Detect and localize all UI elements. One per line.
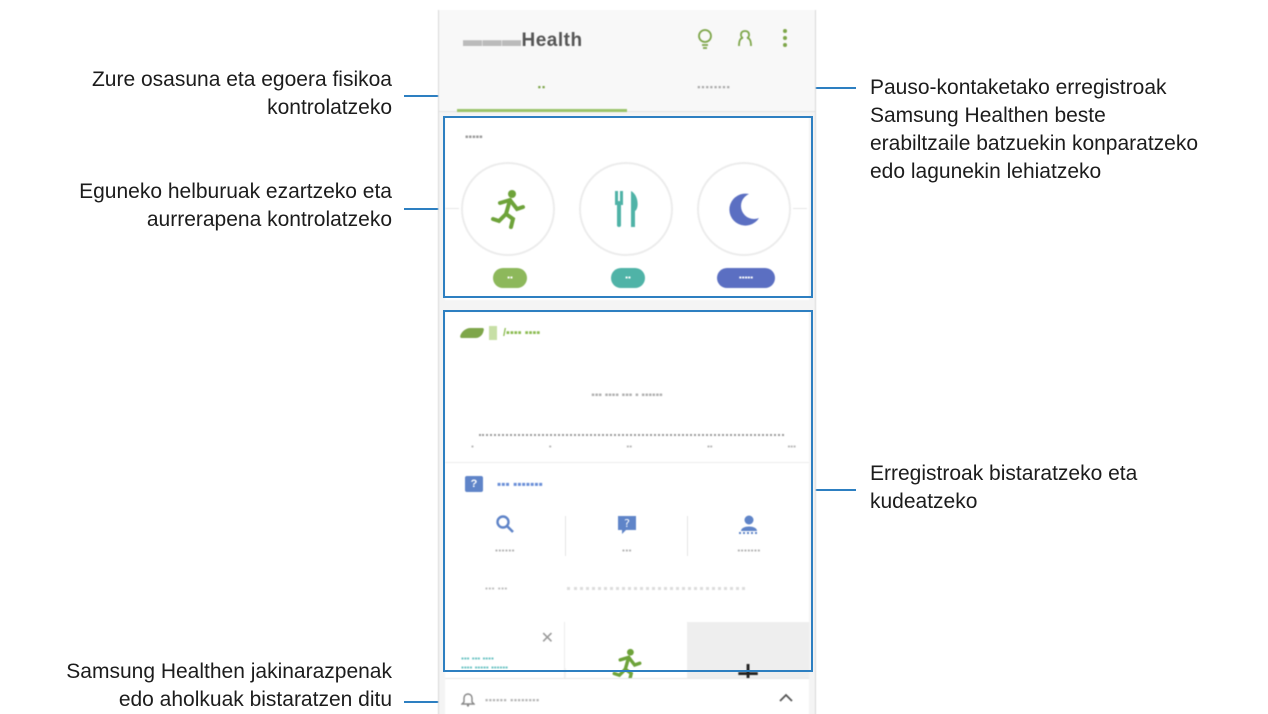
timeline-ticks: ▪ ▪ ▪▪ ▪▪ ▪▪▪ [471, 442, 796, 451]
health-messages-label: ▪▪▪▪▪▪ ▪▪▪▪▪▪▪▪ [485, 695, 540, 705]
goal-food[interactable] [579, 162, 673, 256]
chevron-up-icon[interactable] [779, 689, 793, 707]
callout-text-line: Erregistroak bistaratzeko eta [870, 462, 1138, 485]
hot-qa-preview [567, 587, 745, 590]
goal-activity-badge: ▪▪ [493, 268, 527, 288]
callout-together: Pauso-kontaketako erregistroak Samsung H… [870, 74, 1260, 186]
callout-daily-goals: Eguneko helburuak ezartzeko eta aurrerap… [30, 178, 392, 234]
steps-goal: /▪▪▪▪ ▪▪▪▪ [503, 327, 541, 339]
timeline-tick: ▪ [471, 442, 474, 451]
callout-text-line: aurrerapena kontrolatzeko [146, 208, 392, 231]
timeline-tick: ▪ [548, 442, 552, 451]
hot-qa-label[interactable]: ▪▪▪ ▪▪▪ [485, 584, 508, 593]
goals-title: ▪▪▪▪▪ [465, 132, 483, 143]
question-icon: ? [465, 476, 483, 492]
premium-button[interactable]: ▪▪▪▪▪▪▪ [689, 514, 809, 555]
app-title: ▬▬▬Health [463, 30, 583, 51]
callout-records: Erregistroak bistaratzeko eta kudeatzeko [870, 460, 1260, 516]
close-icon[interactable]: ✕ [541, 628, 554, 648]
divider [445, 208, 459, 209]
callout-manage-health: Zure osasuna eta egoera fisikoa kontrola… [40, 66, 392, 122]
premium-icon [689, 514, 809, 540]
search-icon [445, 514, 565, 540]
ask-button[interactable]: ? ▪▪▪ [567, 514, 687, 555]
records-card[interactable]: /▪▪▪▪ ▪▪▪▪ ▪▪▪ ▪▪▪▪ ▪▪▪ ▪ ▪▪▪▪▪▪ ▪ ▪ ▪▪ … [445, 312, 809, 694]
steps-hint: ▪▪▪ ▪▪▪▪ ▪▪▪ ▪ ▪▪▪▪▪▪ [591, 390, 663, 401]
suggestion-text: ▪▪▪ ▪▪▪ ▪▪▪▪ ▪▪▪▪ ▪▪▪▪▪ ▪▪▪▪▪▪ [461, 654, 508, 672]
callout-text-line: Zure osasuna eta egoera fisikoa [91, 68, 392, 91]
search-button[interactable]: ▪▪▪▪▪▪ [445, 514, 565, 555]
bell-icon [460, 691, 476, 710]
tab-me[interactable]: ▪▪ [457, 82, 627, 92]
tab-together[interactable]: ▪▪▪▪▪▪▪▪ [629, 82, 799, 92]
moon-icon [699, 164, 789, 254]
search-label: ▪▪▪▪▪▪ [494, 546, 515, 555]
ask-icon: ? [567, 514, 687, 540]
timeline-tick: ▪▪ [706, 442, 713, 451]
goal-sleep[interactable] [697, 162, 791, 256]
callout-connector [812, 489, 856, 491]
timeline-tick: ▪▪▪ [787, 442, 796, 451]
ask-experts-header[interactable]: ? ▪▪▪ ▪▪▪▪▪▪▪ [465, 476, 543, 492]
tab-indicator [457, 109, 627, 112]
callout-text-line: Pauso-kontaketako erregistroak [870, 76, 1167, 99]
divider [793, 208, 807, 209]
timeline-tick: ▪▪ [626, 442, 633, 451]
steps-tracker[interactable]: /▪▪▪▪ ▪▪▪▪ [459, 326, 541, 340]
goals-card[interactable]: ▪▪▪▪▪ ▪▪ ▪▪ ▪▪▪▪▪ [445, 116, 809, 300]
divider [687, 516, 688, 556]
tab-bar: ▪▪ ▪▪▪▪▪▪▪▪ [439, 72, 815, 112]
ask-label: ▪▪▪ [621, 546, 632, 555]
goal-activity[interactable] [461, 162, 555, 256]
goal-sleep-badge: ▪▪▪▪▪ [717, 268, 775, 288]
phone-screen: ▬▬▬Health ▪▪ ▪▪▪▪▪▪▪▪ ▪▪▪▪▪ ▪▪ ▪▪ ▪▪▪▪▪ … [438, 10, 816, 714]
premium-label: ▪▪▪▪▪▪▪ [737, 546, 761, 555]
steps-timeline [479, 434, 784, 436]
callout-text-line: kontrolatzeko [267, 96, 392, 119]
runner-icon [463, 164, 553, 254]
divider [565, 516, 566, 556]
callout-text-line: erabiltzaile batzuekin konparatzeko [870, 132, 1199, 155]
callout-text-line: Samsung Healthen jakinarazpenak [66, 660, 392, 683]
ask-experts-title: ▪▪▪ ▪▪▪▪▪▪▪ [497, 477, 543, 491]
callout-text-line: edo lagunekin lehiatzeko [870, 160, 1102, 183]
lightbulb-icon[interactable] [693, 28, 717, 52]
callout-text-line: Eguneko helburuak ezartzeko eta [79, 180, 392, 203]
steps-count [489, 326, 497, 340]
callout-text-line: Samsung Healthen beste [870, 104, 1106, 127]
app-bar: ▬▬▬Health [439, 10, 815, 72]
fork-knife-icon [581, 164, 671, 254]
ask-experts-section: ? ▪▪▪ ▪▪▪▪▪▪▪ ▪▪▪▪▪▪ ? ▪▪▪ ▪▪▪▪▪▪▪ ▪▪▪ ▪… [445, 462, 809, 694]
callout-text-line: kudeatzeko [870, 490, 978, 513]
more-vert-icon[interactable] [773, 28, 797, 52]
callout-text-line: edo aholkuak bistaratzen ditu [118, 688, 392, 711]
callout-health-messages: Samsung Healthen jakinarazpenak edo ahol… [30, 658, 392, 714]
goal-food-badge: ▪▪ [611, 268, 645, 288]
health-messages-bar[interactable]: ▪▪▪▪▪▪ ▪▪▪▪▪▪▪▪ [445, 678, 809, 714]
people-icon[interactable] [733, 28, 757, 52]
shoe-icon [459, 328, 485, 338]
svg-text:?: ? [624, 517, 630, 530]
